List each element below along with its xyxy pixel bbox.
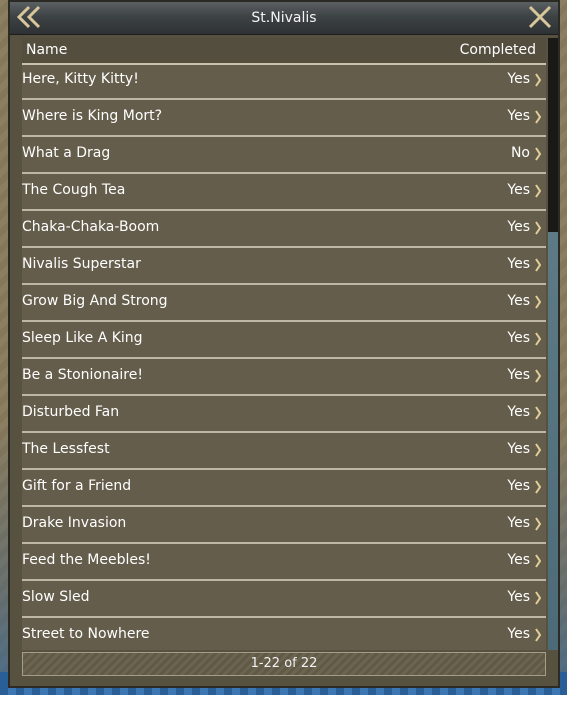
quest-name: The Cough Tea	[22, 182, 126, 198]
table-row[interactable]: The Cough Tea Yes	[22, 174, 546, 211]
table-row[interactable]: Be a Stonionaire! Yes	[22, 359, 546, 396]
table-row[interactable]: What a Drag No	[22, 137, 546, 174]
table-row[interactable]: Nivalis Superstar Yes	[22, 248, 546, 285]
quest-name: Feed the Meebles!	[22, 552, 151, 568]
quest-completed-status: Yes	[507, 330, 530, 346]
quest-name: What a Drag	[22, 145, 111, 161]
quest-name: Chaka-Chaka-Boom	[22, 219, 160, 235]
quest-name: Street to Nowhere	[22, 626, 150, 642]
close-x-icon	[528, 5, 552, 29]
chevron-right-icon[interactable]	[534, 368, 542, 384]
table-row[interactable]: Drake Invasion Yes	[22, 507, 546, 544]
table-row[interactable]: Street to Nowhere Yes	[22, 618, 546, 655]
back-button[interactable]	[14, 4, 44, 30]
scrollbar-thumb[interactable]	[548, 38, 558, 232]
quest-list: Name Completed Here, Kitty Kitty! Yes Wher…	[22, 38, 546, 655]
quest-completed-status: Yes	[507, 219, 530, 235]
chevron-right-icon[interactable]	[534, 553, 542, 569]
table-row[interactable]: Chaka-Chaka-Boom Yes	[22, 211, 546, 248]
chevron-right-icon[interactable]	[534, 627, 542, 643]
chevron-right-icon[interactable]	[534, 405, 542, 421]
chevron-right-icon[interactable]	[534, 590, 542, 606]
table-row[interactable]: Slow Sled Yes	[22, 581, 546, 618]
window-title: St.Nivalis	[251, 10, 317, 26]
chevron-right-icon[interactable]	[534, 331, 542, 347]
chevron-right-icon[interactable]	[534, 220, 542, 236]
table-header: Name Completed	[22, 38, 546, 65]
quest-completed-status: Yes	[507, 441, 530, 457]
quest-completed-status: Yes	[507, 108, 530, 124]
quest-name: Grow Big And Strong	[22, 293, 168, 309]
table-row[interactable]: Gift for a Friend Yes	[22, 470, 546, 507]
chevron-right-icon[interactable]	[534, 146, 542, 162]
pagination-footer: 1-22 of 22	[22, 652, 546, 676]
quest-name: The Lessfest	[22, 441, 110, 457]
quest-completed-status: Yes	[507, 589, 530, 605]
quest-completed-status: Yes	[507, 478, 530, 494]
quest-name: Disturbed Fan	[22, 404, 120, 420]
close-button[interactable]	[526, 4, 554, 30]
table-row[interactable]: Grow Big And Strong Yes	[22, 285, 546, 322]
double-chevron-left-icon	[16, 5, 41, 29]
scrollbar-track[interactable]	[548, 232, 558, 650]
quest-completed-status: Yes	[507, 71, 530, 87]
quest-name: Be a Stonionaire!	[22, 367, 143, 383]
title-bar[interactable]: St.Nivalis	[10, 2, 558, 35]
quest-name: Gift for a Friend	[22, 478, 132, 494]
scrollbar[interactable]	[548, 38, 558, 650]
column-header-name[interactable]: Name	[26, 42, 67, 58]
chevron-right-icon[interactable]	[534, 72, 542, 88]
chevron-right-icon[interactable]	[534, 516, 542, 532]
chevron-right-icon[interactable]	[534, 479, 542, 495]
chevron-right-icon[interactable]	[534, 294, 542, 310]
quest-completed-status: Yes	[507, 293, 530, 309]
quest-completed-status: Yes	[507, 256, 530, 272]
quest-name: Drake Invasion	[22, 515, 127, 531]
quest-completed-status: Yes	[507, 515, 530, 531]
chevron-right-icon[interactable]	[534, 109, 542, 125]
quest-completed-status: Yes	[507, 404, 530, 420]
quest-completed-status: Yes	[507, 367, 530, 383]
quest-name: Nivalis Superstar	[22, 256, 141, 272]
table-row[interactable]: Sleep Like A King Yes	[22, 322, 546, 359]
table-row[interactable]: The Lessfest Yes	[22, 433, 546, 470]
table-row[interactable]: Feed the Meebles! Yes	[22, 544, 546, 581]
quest-window: St.Nivalis Name Completed Here, Kitty Ki…	[8, 0, 560, 688]
quest-completed-status: Yes	[507, 626, 530, 642]
table-row[interactable]: Where is King Mort? Yes	[22, 100, 546, 137]
column-header-completed[interactable]: Completed	[460, 42, 536, 58]
chevron-right-icon[interactable]	[534, 183, 542, 199]
quest-name: Where is King Mort?	[22, 108, 163, 124]
table-row[interactable]: Here, Kitty Kitty! Yes	[22, 63, 546, 100]
pagination-text: 1-22 of 22	[250, 656, 318, 671]
chevron-right-icon[interactable]	[534, 257, 542, 273]
quest-completed-status: Yes	[507, 552, 530, 568]
quest-name: Slow Sled	[22, 589, 90, 605]
chevron-right-icon[interactable]	[534, 442, 542, 458]
quest-completed-status: No	[510, 145, 530, 161]
quest-name: Sleep Like A King	[22, 330, 143, 346]
table-row[interactable]: Disturbed Fan Yes	[22, 396, 546, 433]
quest-completed-status: Yes	[507, 182, 530, 198]
quest-name: Here, Kitty Kitty!	[22, 71, 139, 87]
